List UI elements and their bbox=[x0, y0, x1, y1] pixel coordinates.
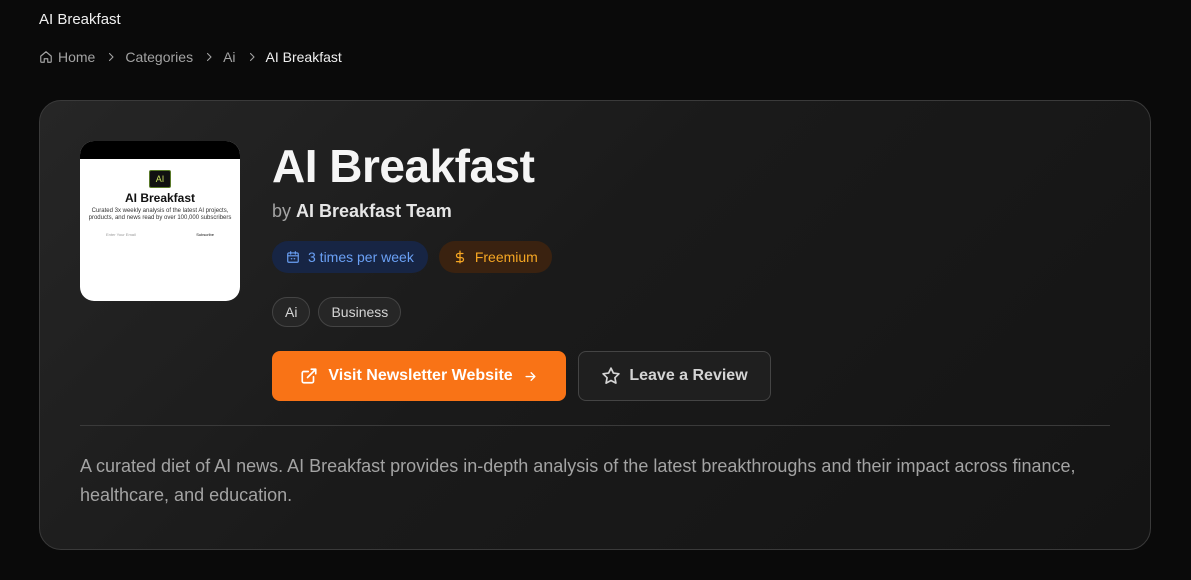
thumbnail-email-placeholder: Enter Your Email bbox=[106, 232, 136, 237]
star-icon bbox=[601, 366, 621, 386]
dollar-icon bbox=[453, 250, 467, 264]
author-name[interactable]: AI Breakfast Team bbox=[296, 201, 452, 221]
leave-review-label: Leave a Review bbox=[629, 367, 748, 384]
newsletter-title: AI Breakfast bbox=[272, 140, 535, 192]
tag-business[interactable]: Business bbox=[318, 297, 402, 327]
leave-review-button[interactable]: Leave a Review bbox=[578, 351, 771, 401]
arrow-right-icon bbox=[523, 369, 538, 384]
pricing-label: Freemium bbox=[474, 249, 538, 265]
visit-website-label: Visit Newsletter Website bbox=[328, 367, 513, 384]
pricing-badge: Freemium bbox=[438, 241, 552, 273]
thumbnail-subscribe: Subscribe bbox=[196, 232, 214, 237]
thumbnail-header-bar bbox=[80, 141, 240, 159]
chevron-right-icon bbox=[105, 51, 117, 63]
breadcrumb-ai[interactable]: Ai bbox=[223, 49, 235, 65]
badges: 3 times per week Freemium bbox=[272, 241, 552, 273]
newsletter-description: A curated diet of AI news. AI Breakfast … bbox=[80, 456, 1076, 505]
newsletter-card: AI AI Breakfast Curated 3x weekly analys… bbox=[39, 100, 1151, 550]
divider bbox=[80, 425, 1110, 426]
frequency-badge: 3 times per week bbox=[272, 241, 428, 273]
visit-website-button[interactable]: Visit Newsletter Website bbox=[272, 351, 566, 401]
home-icon bbox=[39, 50, 53, 64]
byline: by AI Breakfast Team bbox=[272, 201, 452, 222]
thumbnail-logo: AI bbox=[149, 170, 171, 188]
thumbnail-form: Enter Your Email Subscribe bbox=[106, 232, 214, 237]
action-buttons: Visit Newsletter Website Leave a Review bbox=[272, 351, 771, 401]
byline-prefix: by bbox=[272, 201, 292, 221]
page-title: AI Breakfast bbox=[39, 11, 121, 28]
tag-ai[interactable]: Ai bbox=[272, 297, 311, 327]
chevron-right-icon bbox=[246, 51, 258, 63]
newsletter-thumbnail: AI AI Breakfast Curated 3x weekly analys… bbox=[80, 141, 240, 301]
breadcrumb: Home Categories Ai AI Breakfast bbox=[39, 49, 342, 65]
external-link-icon bbox=[300, 367, 318, 385]
breadcrumb-home[interactable]: Home bbox=[39, 49, 95, 65]
breadcrumb-categories[interactable]: Categories bbox=[125, 49, 193, 65]
thumbnail-subtitle: Curated 3x weekly analysis of the latest… bbox=[88, 208, 232, 221]
thumbnail-title: AI Breakfast bbox=[124, 191, 196, 205]
calendar-icon bbox=[286, 250, 300, 264]
tag-list: Ai Business bbox=[272, 297, 402, 327]
breadcrumb-current: AI Breakfast bbox=[265, 49, 342, 65]
frequency-label: 3 times per week bbox=[308, 249, 414, 265]
chevron-right-icon bbox=[203, 51, 215, 63]
breadcrumb-label: Home bbox=[58, 49, 96, 65]
